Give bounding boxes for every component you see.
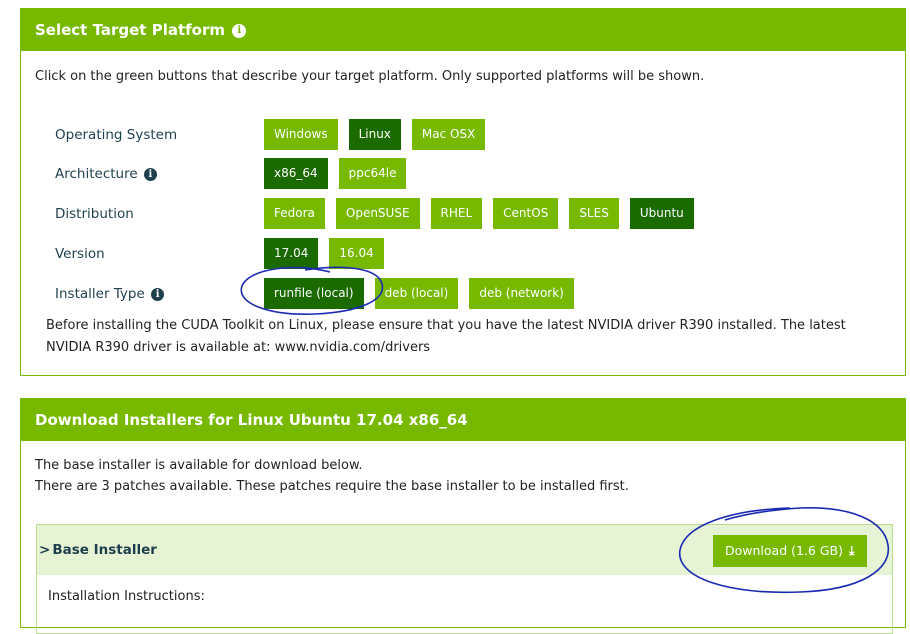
options-version: 17.04 16.04: [264, 238, 395, 270]
base-installer-section: > Base Installer Download (1.6 GB) ⤓ Insta…: [36, 524, 893, 634]
option-fedora[interactable]: Fedora: [264, 198, 325, 229]
option-ppc64le[interactable]: ppc64le: [338, 158, 407, 189]
options-operating-system: Windows Linux Mac OSX: [264, 119, 496, 151]
base-installer-title[interactable]: > Base Installer: [39, 525, 157, 575]
download-description: The base installer is available for down…: [35, 455, 629, 497]
options-architecture: x86_64 ppc64le: [264, 158, 417, 190]
chevron-right-icon: >: [39, 542, 51, 558]
info-icon[interactable]: i: [232, 23, 247, 38]
option-opensuse[interactable]: OpenSUSE: [335, 198, 420, 229]
row-distribution: Distribution Fedora OpenSUSE RHEL CentOS SLE…: [55, 198, 895, 230]
option-mac-osx[interactable]: Mac OSX: [411, 119, 486, 150]
option-ubuntu[interactable]: Ubuntu: [629, 198, 694, 229]
download-description-line: There are 3 patches available. These pat…: [35, 479, 629, 494]
row-operating-system: Operating System Windows Linux Mac OSX: [55, 119, 895, 151]
option-runfile-local[interactable]: runfile (local): [264, 278, 364, 309]
intro-text: Click on the green buttons that describe…: [35, 69, 705, 84]
option-windows[interactable]: Windows: [264, 119, 338, 150]
driver-note-line: NVIDIA R390 driver is available at: www.…: [46, 340, 431, 355]
panel-title: Download Installers for Linux Ubuntu 17.…: [35, 411, 468, 429]
panel-title: Select Target Platform: [35, 21, 225, 39]
driver-note: Before installing the CUDA Toolkit on Li…: [46, 315, 896, 359]
download-button-label: Download (1.6 GB): [725, 543, 843, 558]
row-label: Operating System: [55, 127, 178, 143]
installation-instructions-label: Installation Instructions:: [48, 589, 205, 604]
row-version: Version 17.04 16.04: [55, 238, 895, 270]
row-architecture: Architecture i x86_64 ppc64le: [55, 158, 895, 190]
select-target-platform-header: Select Target Platform i: [21, 9, 905, 51]
row-label: Installer Type i: [55, 278, 165, 310]
options-installer-type: runfile (local) deb (local) deb (network): [264, 278, 585, 310]
info-icon[interactable]: i: [151, 287, 165, 301]
info-icon[interactable]: i: [143, 167, 157, 181]
option-rhel[interactable]: RHEL: [430, 198, 483, 229]
row-label: Distribution: [55, 206, 134, 222]
option-linux[interactable]: Linux: [348, 119, 401, 150]
option-deb-network[interactable]: deb (network): [469, 278, 574, 309]
option-deb-local[interactable]: deb (local): [374, 278, 459, 309]
option-16-04[interactable]: 16.04: [329, 238, 384, 269]
options-distribution: Fedora OpenSUSE RHEL CentOS SLES Ubuntu: [264, 198, 705, 230]
option-sles[interactable]: SLES: [569, 198, 619, 229]
row-label-text: Architecture: [55, 166, 138, 182]
row-label: Version: [55, 246, 105, 262]
row-label: Architecture i: [55, 158, 157, 190]
download-description-line: The base installer is available for down…: [35, 458, 363, 473]
download-icon: ⤓: [848, 543, 855, 558]
row-label-text: Installer Type: [55, 286, 145, 302]
option-17-04[interactable]: 17.04: [264, 238, 319, 269]
base-installer-header[interactable]: > Base Installer Download (1.6 GB) ⤓: [37, 525, 892, 575]
select-target-platform-panel: Select Target Platform i Click on the gr…: [20, 8, 906, 376]
download-installers-header: Download Installers for Linux Ubuntu 17.…: [21, 399, 905, 441]
option-x86-64[interactable]: x86_64: [264, 158, 328, 189]
row-installer-type: Installer Type i runfile (local) deb (loc…: [55, 278, 895, 310]
download-button[interactable]: Download (1.6 GB) ⤓: [713, 535, 867, 567]
driver-note-line: Before installing the CUDA Toolkit on Li…: [46, 318, 846, 333]
base-installer-label: Base Installer: [52, 542, 157, 558]
option-centos[interactable]: CentOS: [493, 198, 559, 229]
download-installers-panel: Download Installers for Linux Ubuntu 17.…: [20, 398, 906, 634]
